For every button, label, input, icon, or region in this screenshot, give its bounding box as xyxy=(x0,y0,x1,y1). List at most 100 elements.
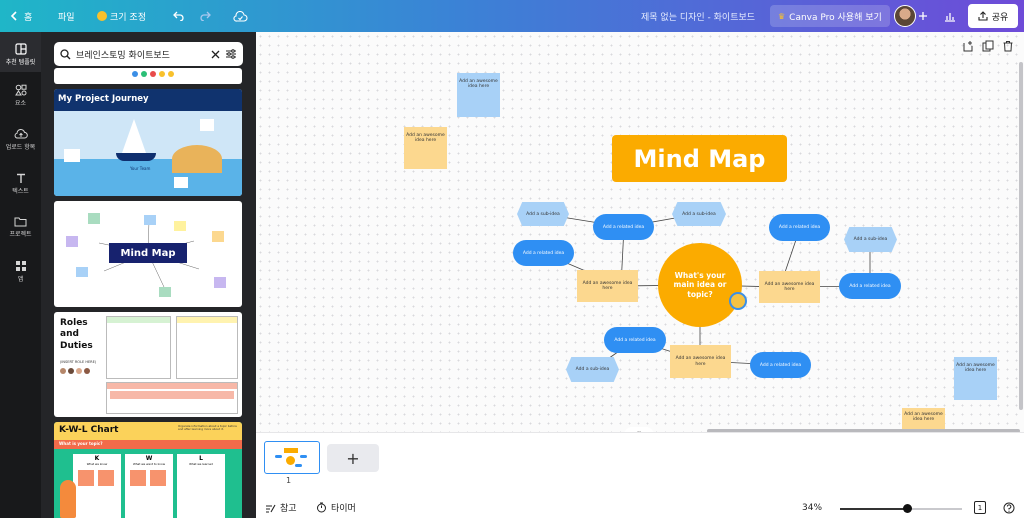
template-thumbnail-partial[interactable] xyxy=(54,68,242,84)
resize-button[interactable]: 크기 조정 xyxy=(97,0,146,32)
smiley-face-icon[interactable] xyxy=(729,292,747,310)
canva-pro-label: Canva Pro 사용해 보기 xyxy=(789,12,882,23)
close-icon[interactable] xyxy=(211,50,220,59)
pages-icon: 1 xyxy=(974,501,986,514)
sticky-note[interactable]: Add an awesome idea here xyxy=(954,357,997,400)
rail-item-label: 텍스트 xyxy=(12,188,29,195)
zoom-slider-handle[interactable] xyxy=(902,504,912,513)
search-input[interactable]: 브레인스토밍 화이트보드 xyxy=(54,42,243,66)
mind-map-title[interactable]: Mind Map xyxy=(612,135,787,182)
analytics-button[interactable] xyxy=(944,0,956,32)
related-idea-node[interactable]: Add a related idea xyxy=(604,327,666,353)
add-page-button[interactable]: + xyxy=(327,444,379,472)
sub-idea-node[interactable]: Add a sub-idea xyxy=(672,202,726,226)
kwl-column-k: K xyxy=(94,455,100,462)
page-count: 1 xyxy=(977,503,983,512)
duplicate-icon[interactable] xyxy=(982,40,994,52)
bar-chart-icon xyxy=(945,12,955,22)
notes-button[interactable]: 참고 xyxy=(265,497,297,518)
sticky-note[interactable]: Add an awesome idea here xyxy=(404,127,447,169)
add-collaborator-button[interactable] xyxy=(918,0,928,32)
save-status-button[interactable] xyxy=(233,0,248,32)
search-input-value: 브레인스토밍 화이트보드 xyxy=(76,50,170,61)
share-button[interactable]: 공유 xyxy=(968,4,1018,28)
sticky-note[interactable]: Add an awesome idea here xyxy=(457,73,500,117)
related-idea-node[interactable]: Add a related idea xyxy=(769,214,830,241)
search-icon xyxy=(60,48,71,59)
rail-item-elements[interactable]: 요소 xyxy=(0,84,41,107)
top-bar: 홈 파일 크기 조정 제목 없는 디자인 - 화이트보드 ♛ Canva Pro… xyxy=(0,0,1024,32)
sticky-note[interactable]: Add an awesome idea here xyxy=(902,408,945,430)
notes-label: 참고 xyxy=(280,504,297,514)
document-title[interactable]: 제목 없는 디자인 - 화이트보드 xyxy=(641,0,755,32)
template-subtitle: What is your topic? xyxy=(59,441,103,446)
page-count-button[interactable]: 1 xyxy=(974,497,986,518)
add-page-icon[interactable] xyxy=(962,40,974,52)
sub-idea-node[interactable]: Add a sub-idea xyxy=(844,227,897,252)
template-title: My Project Journey xyxy=(58,94,149,104)
timer-button[interactable]: 타이머 xyxy=(316,497,356,518)
home-label: 홈 xyxy=(24,12,33,23)
cloud-upload-icon xyxy=(14,128,28,139)
undo-button[interactable] xyxy=(172,0,184,32)
awesome-idea-node[interactable]: Add an awesome idea here xyxy=(670,345,731,378)
redo-button[interactable] xyxy=(200,0,212,32)
apps-grid-icon xyxy=(15,261,26,271)
file-menu[interactable]: 파일 xyxy=(58,0,75,32)
template-thumbnail-project-journey[interactable]: My Project Journey Your Team xyxy=(54,89,242,196)
plus-icon xyxy=(919,12,927,20)
related-idea-node[interactable]: Add a related idea xyxy=(513,240,574,266)
sub-idea-node[interactable]: Add a sub-idea xyxy=(566,357,619,382)
help-button[interactable] xyxy=(1003,497,1015,518)
rail-item-text[interactable]: 텍스트 xyxy=(0,172,41,195)
template-thumbnail-mind-map[interactable]: Mind Map xyxy=(54,201,242,307)
rail-item-uploads[interactable]: 업로드 항목 xyxy=(0,128,41,151)
canvas-toolbar xyxy=(962,40,1014,54)
template-thumbnail-kwl-chart[interactable]: K-W-L Chart Organize information about a… xyxy=(54,422,242,518)
emoji-row xyxy=(132,71,174,77)
undo-icon xyxy=(173,11,184,21)
left-rail: 추천 템플릿 요소 업로드 항목 텍스트 프로젝트 앱 xyxy=(0,32,41,518)
template-title: K-W-L Chart xyxy=(59,425,119,435)
filter-icon[interactable] xyxy=(225,49,237,59)
upload-icon xyxy=(978,11,988,21)
document-title-text: 제목 없는 디자인 - 화이트보드 xyxy=(641,12,756,23)
crown-icon xyxy=(97,11,107,21)
canva-pro-button[interactable]: ♛ Canva Pro 사용해 보기 xyxy=(770,5,890,27)
awesome-idea-node[interactable]: Add an awesome idea here xyxy=(577,270,638,302)
cloud-check-icon xyxy=(233,10,248,22)
folder-icon xyxy=(14,217,27,227)
timer-label: 타이머 xyxy=(331,504,356,514)
rail-item-projects[interactable]: 프로젝트 xyxy=(0,216,41,238)
related-idea-node[interactable]: Add a related idea xyxy=(750,352,811,378)
home-button[interactable]: 홈 xyxy=(10,0,32,32)
redo-icon xyxy=(200,11,211,21)
share-label: 공유 xyxy=(991,12,1009,23)
chevron-left-icon xyxy=(10,11,17,21)
kwl-column-k-sub: What we know xyxy=(86,462,108,466)
kwl-column-w-sub: What we want to know xyxy=(133,462,165,466)
vertical-scrollbar[interactable] xyxy=(1019,62,1023,410)
rail-item-templates[interactable]: 추천 템플릿 xyxy=(0,32,41,72)
trash-icon[interactable] xyxy=(1002,40,1014,52)
main-idea-text: What's your main idea or topic? xyxy=(673,270,727,299)
rail-item-label: 프로젝트 xyxy=(9,231,32,238)
kwl-column-l-sub: What we learned xyxy=(189,462,213,466)
rail-item-apps[interactable]: 앱 xyxy=(0,260,41,283)
file-label: 파일 xyxy=(58,12,75,23)
avatar[interactable] xyxy=(894,5,916,27)
main-idea-node[interactable]: What's your main idea or topic? xyxy=(658,243,742,327)
page-thumbnail[interactable] xyxy=(264,441,320,474)
awesome-idea-node[interactable]: Add an awesome idea here xyxy=(759,271,820,303)
template-thumbnail-roles-and-duties[interactable]: Roles and Duties (INSERT ROLE HERE) xyxy=(54,312,242,417)
sub-idea-node[interactable]: Add a sub-idea xyxy=(517,202,569,226)
related-idea-node[interactable]: Add a related idea xyxy=(839,273,901,299)
template-subtitle: (INSERT ROLE HERE) xyxy=(60,360,97,364)
elements-icon xyxy=(14,84,26,96)
resize-label: 크기 조정 xyxy=(110,12,146,23)
rail-item-label: 앱 xyxy=(17,276,24,283)
kwl-column-l: L xyxy=(199,455,203,462)
help-icon xyxy=(1003,502,1015,513)
zoom-level[interactable]: 34% xyxy=(802,497,822,518)
related-idea-node[interactable]: Add a related idea xyxy=(593,214,654,240)
